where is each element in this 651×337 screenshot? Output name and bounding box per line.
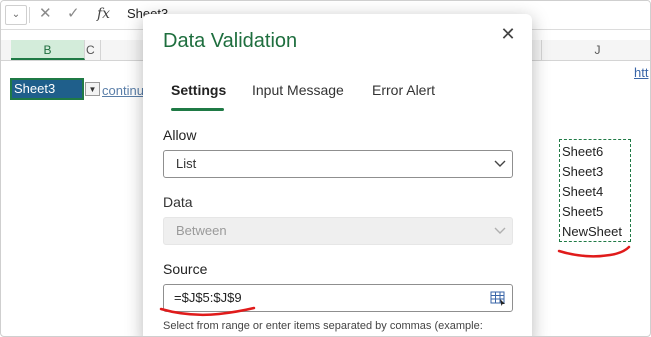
chevron-down-icon	[494, 151, 506, 186]
source-input-value: =$J$5:$J$9	[174, 290, 242, 305]
source-range-list: Sheet6 Sheet3 Sheet4 Sheet5 NewSheet	[559, 139, 631, 242]
spreadsheet-window: ⌄ ✕ ✓ fx Sheet3 B C J Sheet3 ▼ continue …	[0, 0, 651, 337]
red-underline-annotation	[159, 306, 256, 317]
data-validation-dialog: Data Validation ✕ Settings Input Message…	[143, 14, 532, 336]
chevron-down-icon	[494, 218, 506, 253]
red-underline-annotation	[557, 245, 631, 258]
data-label: Data	[163, 194, 193, 210]
cancel-icon[interactable]: ✕	[39, 5, 52, 23]
allow-label: Allow	[163, 127, 197, 143]
source-hint-text: Select from range or enter items separat…	[163, 320, 483, 332]
range-select-icon[interactable]	[490, 290, 506, 306]
column-header-j[interactable]: J	[541, 40, 650, 60]
list-item[interactable]: Sheet6	[560, 142, 630, 162]
list-item[interactable]: Sheet4	[560, 182, 630, 202]
list-item[interactable]: NewSheet	[560, 222, 630, 242]
tab-settings[interactable]: Settings	[171, 82, 226, 98]
allow-select-value: List	[176, 156, 197, 171]
close-icon[interactable]: ✕	[494, 20, 522, 48]
list-item[interactable]: Sheet3	[560, 162, 630, 182]
insert-function-icon[interactable]: fx	[97, 5, 110, 23]
selected-cell[interactable]: Sheet3	[10, 78, 84, 100]
dialog-title: Data Validation	[163, 30, 298, 52]
tab-input-message[interactable]: Input Message	[252, 82, 344, 98]
name-box-dropdown-icon[interactable]: ⌄	[5, 5, 27, 25]
data-select: Between	[163, 217, 513, 245]
data-select-value: Between	[176, 223, 227, 238]
allow-select[interactable]: List	[163, 150, 513, 178]
tab-error-alert[interactable]: Error Alert	[372, 82, 435, 98]
source-label: Source	[163, 261, 208, 277]
column-header-c[interactable]: C	[85, 40, 101, 60]
column-header-b[interactable]: B	[11, 40, 85, 60]
cell-dropdown-button[interactable]: ▼	[85, 82, 100, 96]
list-item[interactable]: Sheet5	[560, 202, 630, 222]
active-tab-indicator	[171, 108, 224, 111]
enter-icon[interactable]: ✓	[67, 5, 80, 23]
formula-bar-separator	[29, 7, 30, 23]
hyperlink-cell[interactable]: htt	[634, 65, 648, 80]
